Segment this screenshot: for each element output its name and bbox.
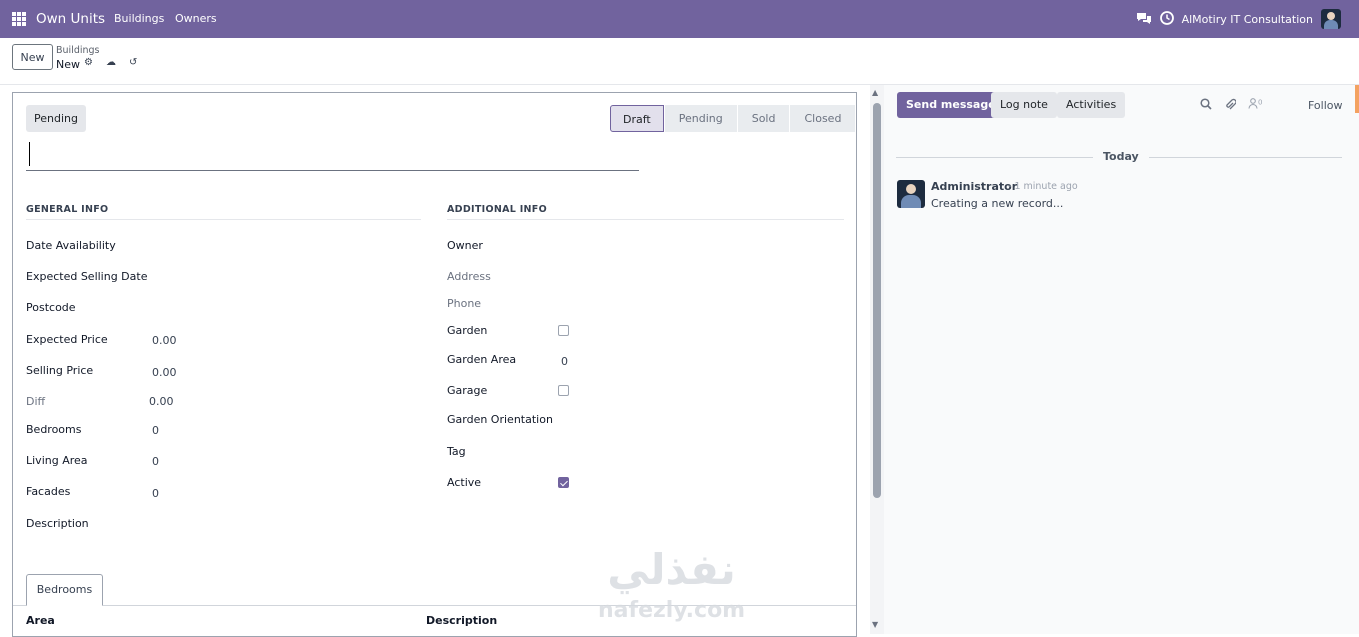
diff-value: 0.00 [149,395,174,408]
field-label: Selling Price [26,364,94,377]
message-body: Creating a new record... [931,197,1064,210]
field-label: Expected Price [26,333,108,346]
activities-button[interactable]: Activities [1057,92,1126,118]
column-header-area[interactable]: Area [26,614,55,627]
message-author-avatar[interactable] [897,180,925,208]
form-scrollbar[interactable]: ▲ ▼ [870,85,884,634]
field-label: Living Area [26,454,88,467]
watermark: نفذلي nafezly.com [598,548,745,624]
control-panel: New Buildings New ⚙ ☁ ↺ [0,38,1359,85]
field-label: Diff [26,395,46,408]
menu-buildings[interactable]: Buildings [114,12,164,25]
menu-owners[interactable]: Owners [175,12,217,25]
field-label: Address [447,270,491,283]
living-area-input[interactable]: 0 [152,455,159,468]
chat-icon[interactable] [1136,11,1152,28]
cloud-upload-icon[interactable]: ☁ [106,57,116,68]
selling-price-input[interactable]: 0.00 [152,366,177,379]
column-header-description[interactable]: Description [426,614,497,627]
send-message-button[interactable]: Send message [897,92,1005,118]
paperclip-icon[interactable] [1224,98,1237,114]
tab-bedrooms[interactable]: Bedrooms [26,574,103,606]
follow-button[interactable]: Follow [1308,99,1343,112]
field-label: Facades [26,485,71,498]
undo-icon[interactable]: ↺ [129,57,137,68]
field-label: Garden Orientation [447,413,553,426]
followers-icon[interactable]: 0 [1248,98,1262,114]
field-label: Garage [447,384,488,397]
name-input[interactable] [26,140,639,171]
date-separator: Today [1093,150,1149,163]
expected-price-input[interactable]: 0.00 [152,334,177,347]
field-label: Owner [447,239,483,252]
field-label: Description [26,517,89,530]
top-navbar: Own Units Buildings Owners AlMotiry IT C… [0,0,1359,38]
stage-pending[interactable]: Pending [664,105,737,132]
stage-draft[interactable]: Draft [610,105,664,132]
bedrooms-input[interactable]: 0 [152,424,159,437]
app-name[interactable]: Own Units [36,11,105,27]
field-label: Garden Area [447,353,517,366]
gear-icon[interactable]: ⚙ [84,57,93,68]
breadcrumb-parent[interactable]: Buildings [56,45,100,56]
facades-input[interactable]: 0 [152,487,159,500]
scroll-up-icon[interactable]: ▲ [872,88,878,97]
field-label: Tag [447,445,466,458]
clock-icon[interactable] [1159,10,1174,28]
edge-decoration [1355,85,1359,113]
active-checkbox[interactable] [558,477,569,488]
stage-sold[interactable]: Sold [737,105,790,132]
message-author[interactable]: Administrator [931,180,1017,193]
field-label: Bedrooms [26,423,82,436]
watermark-latin: nafezly.com [598,598,746,623]
field-label: Expected Selling Date [26,270,148,283]
breadcrumb-current: New [56,58,80,71]
scroll-down-icon[interactable]: ▼ [872,620,878,629]
field-label: Postcode [26,301,76,314]
statusbar: Draft Pending Sold Closed [610,105,856,132]
log-note-button[interactable]: Log note [991,92,1057,118]
new-button[interactable]: New [12,44,53,70]
garden-checkbox[interactable] [558,325,569,336]
general-info-title: GENERAL INFO [26,204,421,220]
apps-menu-icon[interactable] [12,12,26,26]
field-label: Date Availability [26,239,116,252]
company-name[interactable]: AlMotiry IT Consultation [1182,13,1313,26]
field-label: Active [447,476,482,489]
garden-area-input[interactable]: 0 [561,355,568,368]
scroll-thumb[interactable] [873,103,881,498]
follower-count: 0 [1258,98,1263,107]
additional-info-title: ADDITIONAL INFO [447,204,844,220]
pending-button[interactable]: Pending [26,105,86,132]
user-avatar[interactable] [1321,9,1341,29]
watermark-arabic: نفذلي [607,545,736,594]
search-icon[interactable] [1200,98,1212,114]
stage-closed[interactable]: Closed [790,105,856,132]
chatter-panel: Send message Log note Activities 0 Follo… [884,85,1359,634]
field-label: Phone [447,297,482,310]
garage-checkbox[interactable] [558,385,569,396]
field-label: Garden [447,324,488,337]
message-time: - 1 minute ago [1008,181,1078,192]
